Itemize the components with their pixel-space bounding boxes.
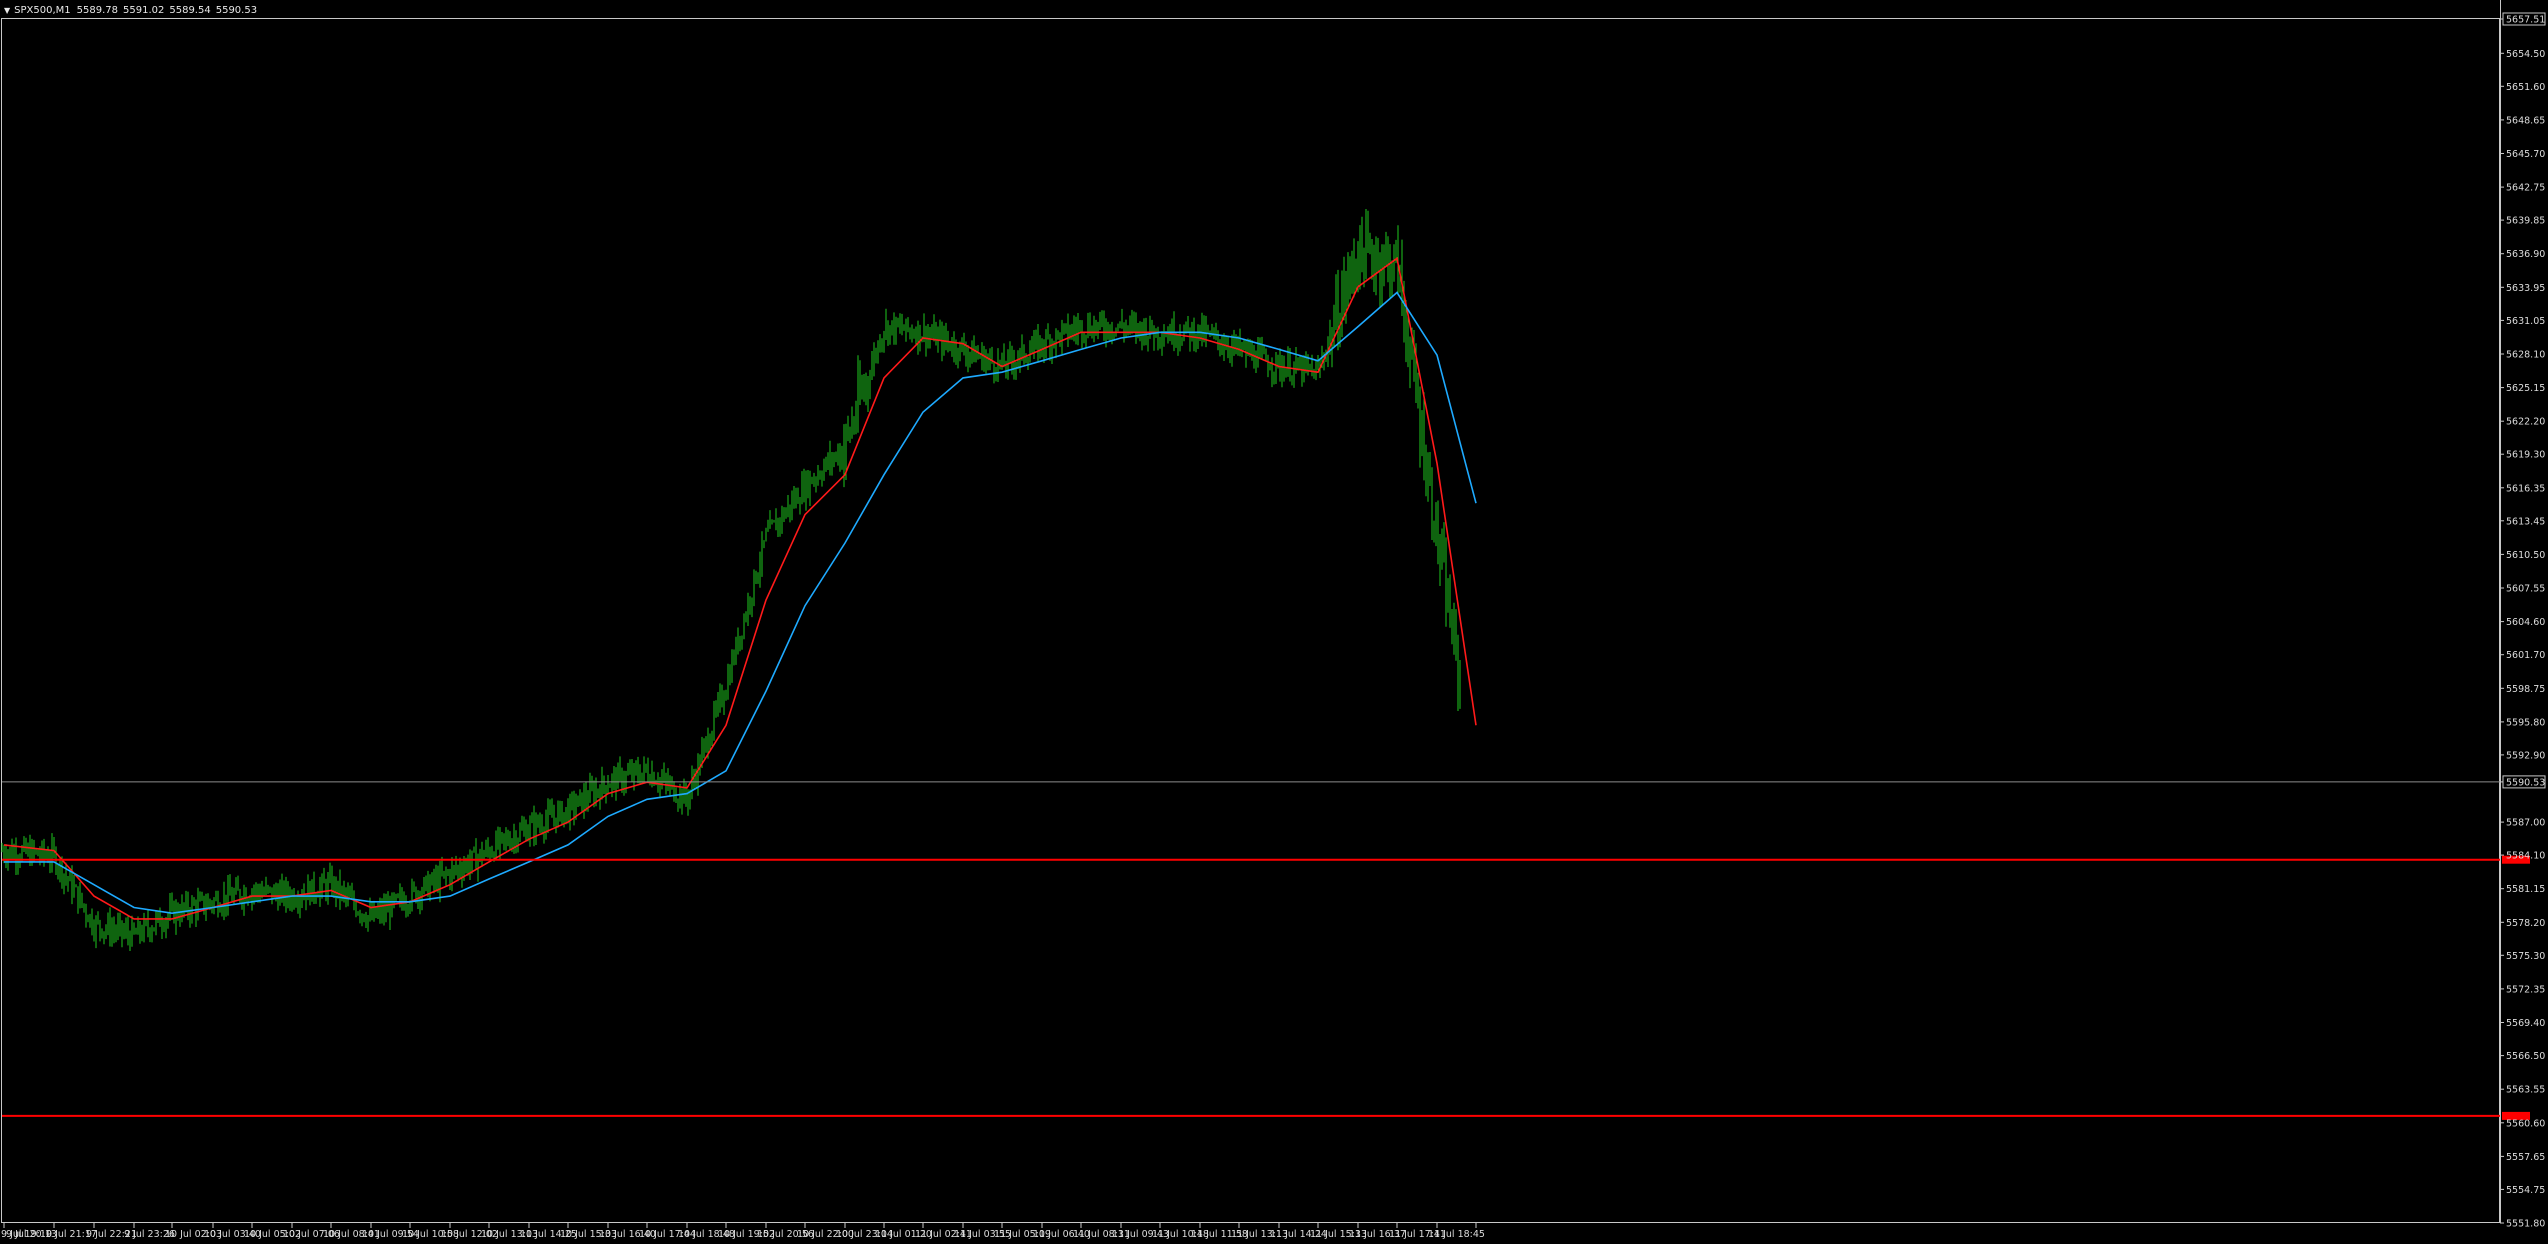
moving-average-layer bbox=[3, 256, 1477, 920]
price-tick-label: 5587.00 bbox=[2506, 818, 2545, 829]
price-tick-label: 5657.51 bbox=[2506, 15, 2545, 26]
low-price: 5589.54 bbox=[169, 4, 211, 16]
price-tick-label: 5560.60 bbox=[2506, 1118, 2545, 1129]
candle-layer bbox=[1, 209, 1461, 951]
price-tick-label: 5636.90 bbox=[2506, 249, 2545, 260]
price-tick-label: 5631.05 bbox=[2506, 316, 2545, 327]
price-tick-label: 5592.90 bbox=[2506, 750, 2545, 761]
price-tick-label: 5607.55 bbox=[2506, 584, 2545, 595]
price-tick-label: 5581.15 bbox=[2506, 884, 2545, 895]
price-tick-label: 5557.65 bbox=[2506, 1152, 2545, 1163]
price-tick-label: 5642.75 bbox=[2506, 183, 2545, 194]
price-tick-label: 5578.20 bbox=[2506, 918, 2545, 929]
horizontal-line-layer bbox=[2, 781, 2530, 1120]
price-tick-label: 5610.50 bbox=[2506, 550, 2545, 561]
price-tick-label: 5584.10 bbox=[2506, 851, 2545, 862]
price-tick-label: 5648.65 bbox=[2506, 115, 2545, 126]
price-tick-label: 5601.70 bbox=[2506, 650, 2545, 661]
price-tick-label: 5625.15 bbox=[2506, 383, 2545, 394]
price-tick-label: 5654.50 bbox=[2506, 49, 2545, 60]
time-tick-label: 11 Jul 18:45 bbox=[1428, 1229, 1485, 1240]
price-tick-label: 5616.35 bbox=[2506, 483, 2545, 494]
triangle-down-icon[interactable]: ▼ bbox=[4, 6, 10, 15]
price-tick-label: 5566.50 bbox=[2506, 1051, 2545, 1062]
price-tick-label: 5613.45 bbox=[2506, 516, 2545, 527]
price-tick-label: 5551.80 bbox=[2506, 1219, 2545, 1230]
price-tick-label: 5575.30 bbox=[2506, 951, 2545, 962]
price-tick-label: 5595.80 bbox=[2506, 717, 2545, 728]
price-axis: 5657.51 5654.50 5651.60 5648.65 5645.70 5642.… bbox=[2500, 12, 2546, 1230]
price-tick-label: 5651.60 bbox=[2506, 82, 2545, 93]
price-tick-label: 5598.75 bbox=[2506, 684, 2545, 695]
plot-area-frame bbox=[1, 18, 2500, 1223]
price-tick-label: 5604.60 bbox=[2506, 617, 2545, 628]
high-price: 5591.02 bbox=[123, 4, 165, 16]
price-tick-label: 5572.35 bbox=[2506, 984, 2545, 995]
price-tick-label: 5633.95 bbox=[2506, 283, 2545, 294]
ma-fast-line bbox=[3, 256, 1477, 920]
open-price: 5589.78 bbox=[76, 4, 118, 16]
ma-slow-line bbox=[4, 291, 1477, 915]
chart-header: ▼ SPX500,M1 5589.78 5591.02 5589.54 5590… bbox=[4, 3, 262, 17]
price-tick-label: 5569.40 bbox=[2506, 1018, 2545, 1029]
price-tick-label: 5563.55 bbox=[2506, 1085, 2545, 1096]
price-chart[interactable]: 5657.51 5654.50 5651.60 5648.65 5645.70 5642.… bbox=[0, 0, 2548, 1244]
time-axis: 9 Jul 19:109 Jul 20:139 Jul 21:179 Jul 2… bbox=[1, 1223, 1485, 1240]
price-tick-label: 5622.20 bbox=[2506, 417, 2545, 428]
price-tick-label: 5639.85 bbox=[2506, 216, 2545, 227]
price-tick-label: 5619.30 bbox=[2506, 450, 2545, 461]
price-tick-label: 5590.53 bbox=[2506, 777, 2545, 788]
price-tick-label: 5628.10 bbox=[2506, 350, 2545, 361]
chart-window[interactable]: 5657.51 5654.50 5651.60 5648.65 5645.70 5642.… bbox=[0, 0, 2548, 1244]
symbol-label: SPX500,M1 bbox=[14, 4, 71, 16]
price-tick-label: 5554.75 bbox=[2506, 1185, 2545, 1196]
close-price: 5590.53 bbox=[215, 4, 258, 16]
price-tick-label: 5645.70 bbox=[2506, 149, 2545, 160]
